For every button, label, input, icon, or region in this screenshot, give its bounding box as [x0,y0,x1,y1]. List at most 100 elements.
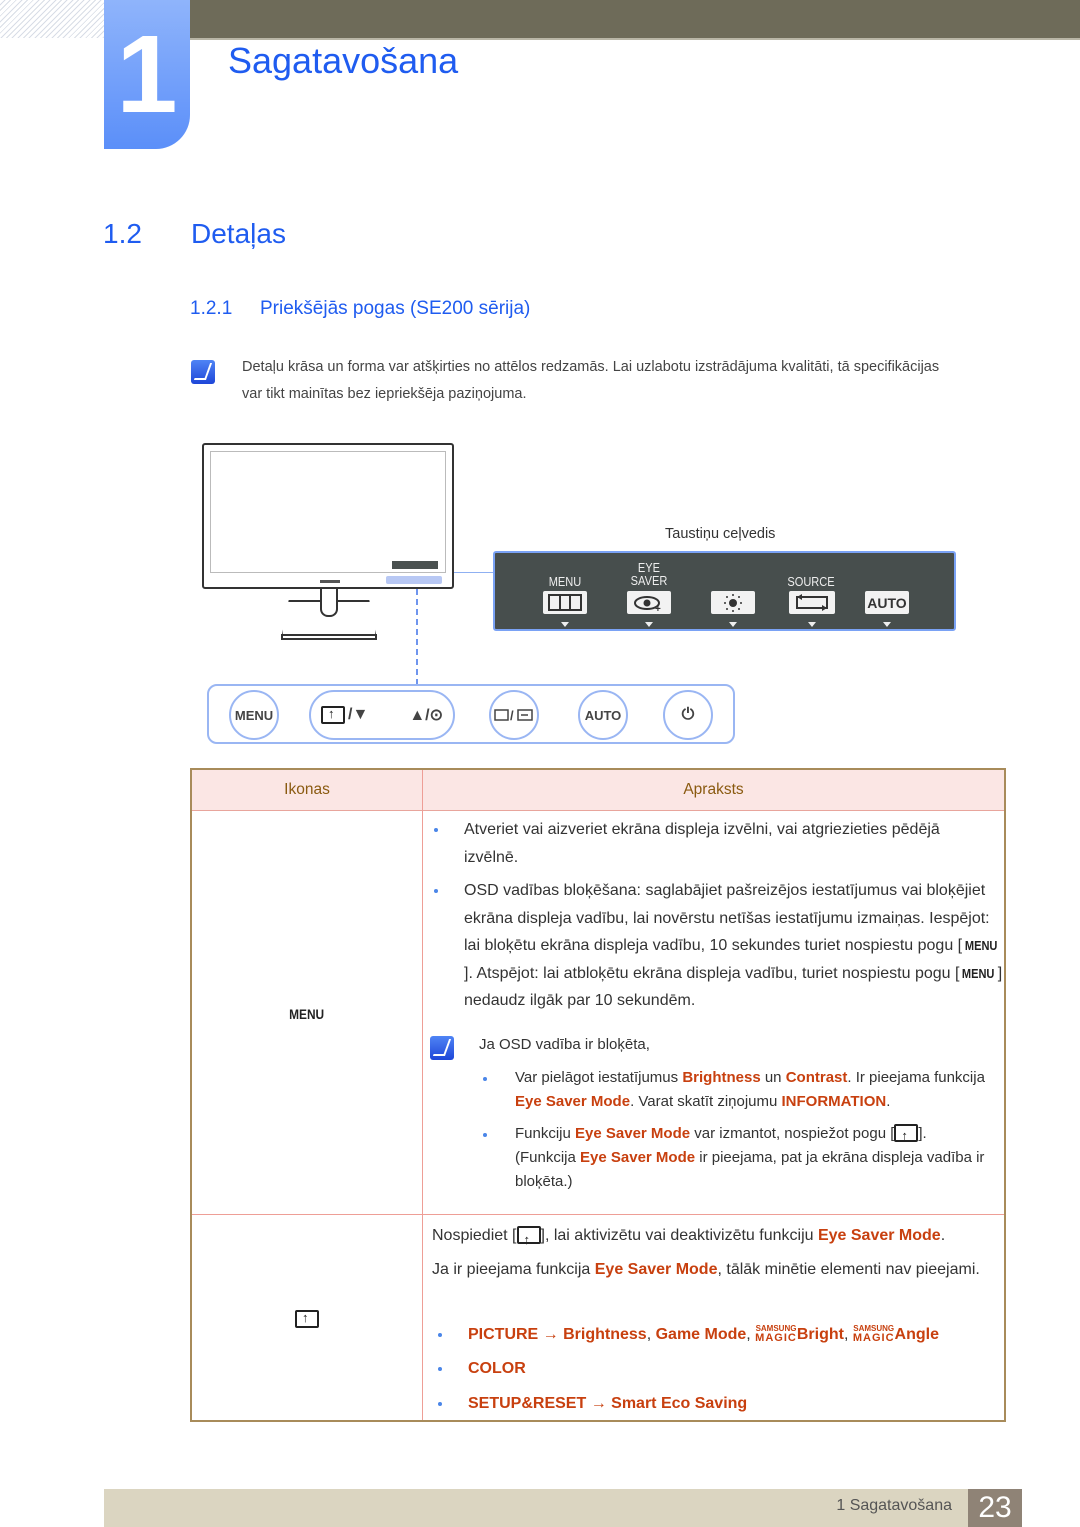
table-row-menu-icon: MENU [192,1006,422,1024]
table-header-icons: Ikonas [192,770,422,811]
subsection-number: 1.2.1 [190,298,233,319]
note-pencil-icon [191,360,215,384]
svg-text:+: + [655,604,661,612]
magic-label: MAGIC [755,1332,797,1344]
text: . Ir pieejama funkcija [847,1069,985,1086]
monitor-stand-neck [320,589,338,617]
page-footer: 1 Sagatavošana 23 [104,1489,1022,1527]
front-button-panel: MENU /▼ ▲/⊙ / AUTO ⏻ [207,684,735,744]
menu-button[interactable]: MENU [229,690,279,740]
game-mode-term: Game Mode [655,1326,747,1343]
samsung-magic-logo: SAMSUNG MAGIC [853,1325,895,1344]
eye-saver-down-group: /▼ [321,706,368,724]
smart-eco-saving-term: Smart Eco Saving [611,1395,748,1412]
note-text: Detaļu krāsa un forma var atšķirties no … [242,359,940,402]
arrow-right-icon: → [538,1326,564,1343]
eye-saver-mode-term: Eye Saver Mode [515,1093,631,1110]
table-row-eye-saver-icon [295,1310,319,1329]
text: Var pielāgot iestatījumus [515,1069,683,1086]
arrow-right-icon: → [586,1395,612,1412]
chapter-number-badge: 1 [104,0,190,149]
text: . Varat skatīt ziņojumu [630,1093,782,1110]
key-guide-panel: MENU EYE SAVER SOURCE + AUTO [493,551,956,631]
menu-glyph-icon: MENU [289,1006,325,1022]
brightness-icon [711,591,755,614]
source-enter-icon: / [494,708,533,723]
svg-text:/: / [510,708,514,723]
eye-saver-mode-term: Eye Saver Mode [817,1227,941,1244]
contrast-term: Contrast [785,1069,848,1086]
power-button[interactable]: ⏻ [663,690,713,740]
eye-saver-svg: + [634,595,661,612]
eye-saver-mode-term: Eye Saver Mode [594,1261,718,1278]
subsection-title: 1.2.1 Priekšējās pogas (SE200 sērija) [190,298,530,320]
header-hatch-decoration [0,0,104,38]
menu-glyph-icon: MENU [964,938,998,953]
text: Ja ir pieejama funkcija [432,1261,595,1278]
unavailable-item-setup-reset: SETUP&RESET → Smart Eco Saving [438,1390,1008,1418]
text: , [843,1326,853,1343]
text: Nospiediet [ [432,1227,517,1244]
text: . [886,1093,891,1110]
source-icon [789,591,835,614]
source-svg [796,594,828,611]
arrow-down-icon [729,622,737,627]
section-title-text: Detaļas [191,218,286,249]
source-enter-button[interactable]: / [489,690,539,740]
table-bullet: OSD vadības bloķēšana: saglabājiet pašre… [434,877,1004,1015]
key-guide-label: Taustiņu ceļvedis [665,526,776,542]
text: var izmantot, nospiežot pogu [ [690,1125,895,1142]
monitor-body [202,443,454,589]
key-guide-source-label: SOURCE [787,574,835,589]
page-number: 23 [968,1489,1022,1527]
arrow-down-icon [645,622,653,627]
arrow-down-icon [883,622,891,627]
monitor-button-strip [386,576,442,584]
auto-icon: AUTO [865,591,909,614]
note-pencil-icon [430,1036,454,1060]
information-term: INFORMATION [781,1093,887,1110]
eye-saver-icon [516,1226,541,1254]
power-icon: ⏻ [681,706,695,723]
eye-saver-icon [295,1310,319,1328]
brightness-term: Brightness [682,1069,761,1086]
eye-saver-mode-term: Eye Saver Mode [575,1125,691,1142]
eye-saver-description: Nospiediet [ ], lai aktivizētu vai deakti… [432,1222,1002,1254]
samsung-magic-logo: SAMSUNG MAGIC [755,1325,797,1344]
lock-sub-bullet: Var pielāgot iestatījumus Brightness un … [483,1066,995,1114]
auto-button[interactable]: AUTO [578,690,628,740]
magic-angle-term: Angle [894,1326,939,1343]
section-title: 1.2 Detaļas [103,218,286,250]
section-number: 1.2 [103,218,142,249]
text: ]. [918,1125,927,1142]
text: , [646,1326,656,1343]
magic-bright-term: Bright [796,1326,844,1343]
text: ], lai aktivizētu vai deaktivizētu funkc… [540,1227,818,1244]
header-bar [190,0,1080,38]
unavailable-item-picture: PICTURE → Brightness, Game Mode, SAMSUNG… [438,1321,1008,1349]
brightness-svg [724,593,742,612]
monitor-osd-guide [392,561,438,569]
eye-saver-icon: + [627,591,671,614]
osd-connector-line [454,572,494,573]
table-bullet: Atveriet vai aizveriet ekrāna displeja i… [434,816,994,871]
menu-glyph-icon: MENU [962,965,995,981]
eye-saver-unavailable-note: Ja ir pieejama funkcija Eye Saver Mode, … [432,1256,992,1284]
subsection-title-text: Priekšējās pogas (SE200 sērija) [260,298,531,319]
monitor-screen [210,451,446,573]
picture-term: PICTURE [468,1326,539,1343]
text: Funkciju [515,1125,576,1142]
setup-reset-term: SETUP&RESET [468,1395,587,1412]
text: , [746,1326,756,1343]
table-header-description: Apraksts [423,770,1004,811]
button-connector-line [416,589,418,685]
key-guide-menu-label: MENU [548,574,582,589]
eye-saver-down-up-button[interactable]: /▼ ▲/⊙ [309,690,455,740]
table-column-divider [422,770,423,1420]
monitor-stand-foot [281,634,377,640]
text: , tālāk minētie elementi nav pieejami. [717,1261,980,1278]
down-label: /▼ [348,706,369,723]
chapter-title: Sagatavošana [228,40,459,81]
menu-grid-icon [543,591,587,614]
icons-description-table: Ikonas Apraksts MENU Atveriet vai aizver… [190,768,1006,1422]
